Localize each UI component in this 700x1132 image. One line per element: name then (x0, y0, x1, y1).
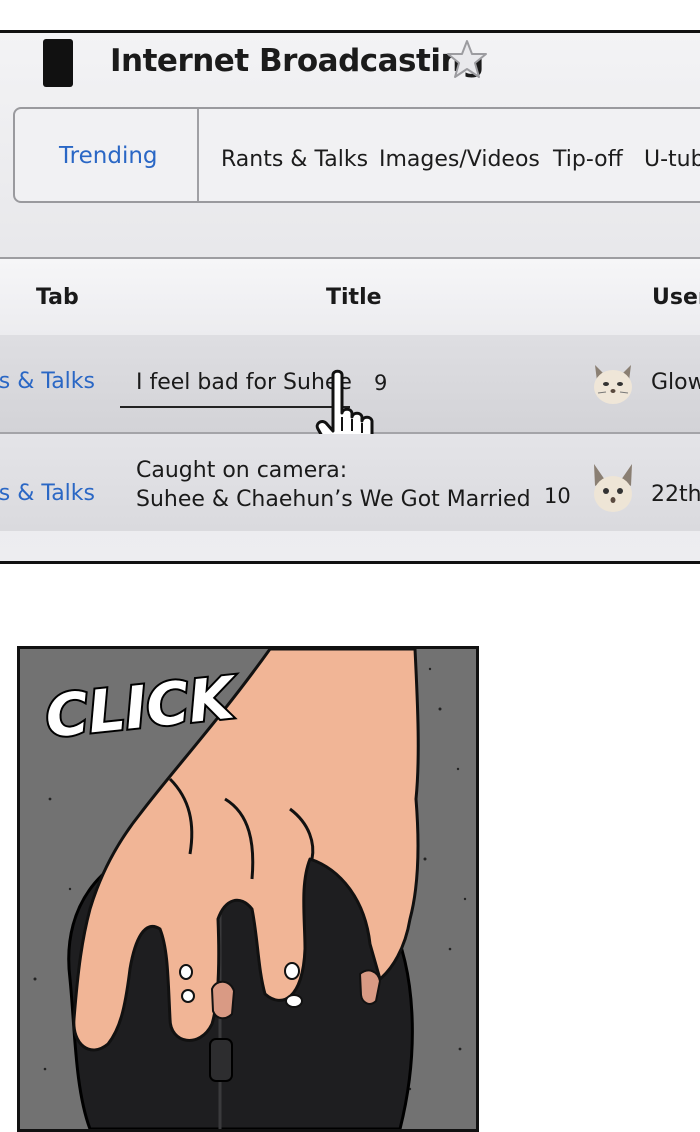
tab-trending-label: Trending (59, 143, 158, 169)
row-tab-link[interactable]: Rants & Talks (0, 481, 95, 506)
column-tab: Tab (36, 285, 79, 310)
star-icon[interactable] (445, 37, 489, 81)
row-tab-link[interactable]: Rants & Talks (0, 369, 95, 394)
table-row[interactable]: Rants & Talks Caught on camera: Suhee & … (0, 434, 700, 531)
cat-avatar-icon (594, 365, 632, 404)
cat-avatar-icon (594, 464, 632, 512)
tab-u-tube[interactable]: U-tub (644, 147, 700, 172)
header-bookmark-mark (43, 39, 73, 87)
hand-on-mouse-illustration: CLICK (33, 649, 467, 1129)
row-title-line-2: Suhee & Chaehun’s We Got Married (136, 487, 531, 512)
comic-panel-click: CLICK (17, 646, 479, 1132)
tab-images-videos[interactable]: Images/Videos (379, 147, 540, 172)
board-screen: Internet Broadcasting Trending Rants & T… (0, 30, 700, 564)
row-user[interactable]: 22th (651, 482, 700, 507)
tab-trending[interactable]: Trending (15, 109, 199, 201)
row-title-link[interactable]: Caught on camera: Suhee & Chaehun’s We G… (136, 456, 531, 514)
table-header: Tab Title User (0, 257, 700, 337)
page-title: Internet Broadcasting (110, 43, 484, 79)
column-title: Title (326, 285, 382, 310)
table-row[interactable]: Rants & Talks I feel bad for Suhee 9 Glo… (0, 335, 700, 459)
comment-count: 10 (544, 484, 571, 508)
tab-tip-off[interactable]: Tip-off (553, 147, 623, 172)
tab-rants-talks[interactable]: Rants & Talks (221, 147, 368, 172)
row-user[interactable]: Glow (651, 370, 700, 395)
row-title-line-1: Caught on camera: (136, 458, 348, 483)
tab-bar: Trending Rants & Talks Images/Videos Tip… (13, 107, 700, 203)
column-user: User (652, 285, 700, 310)
